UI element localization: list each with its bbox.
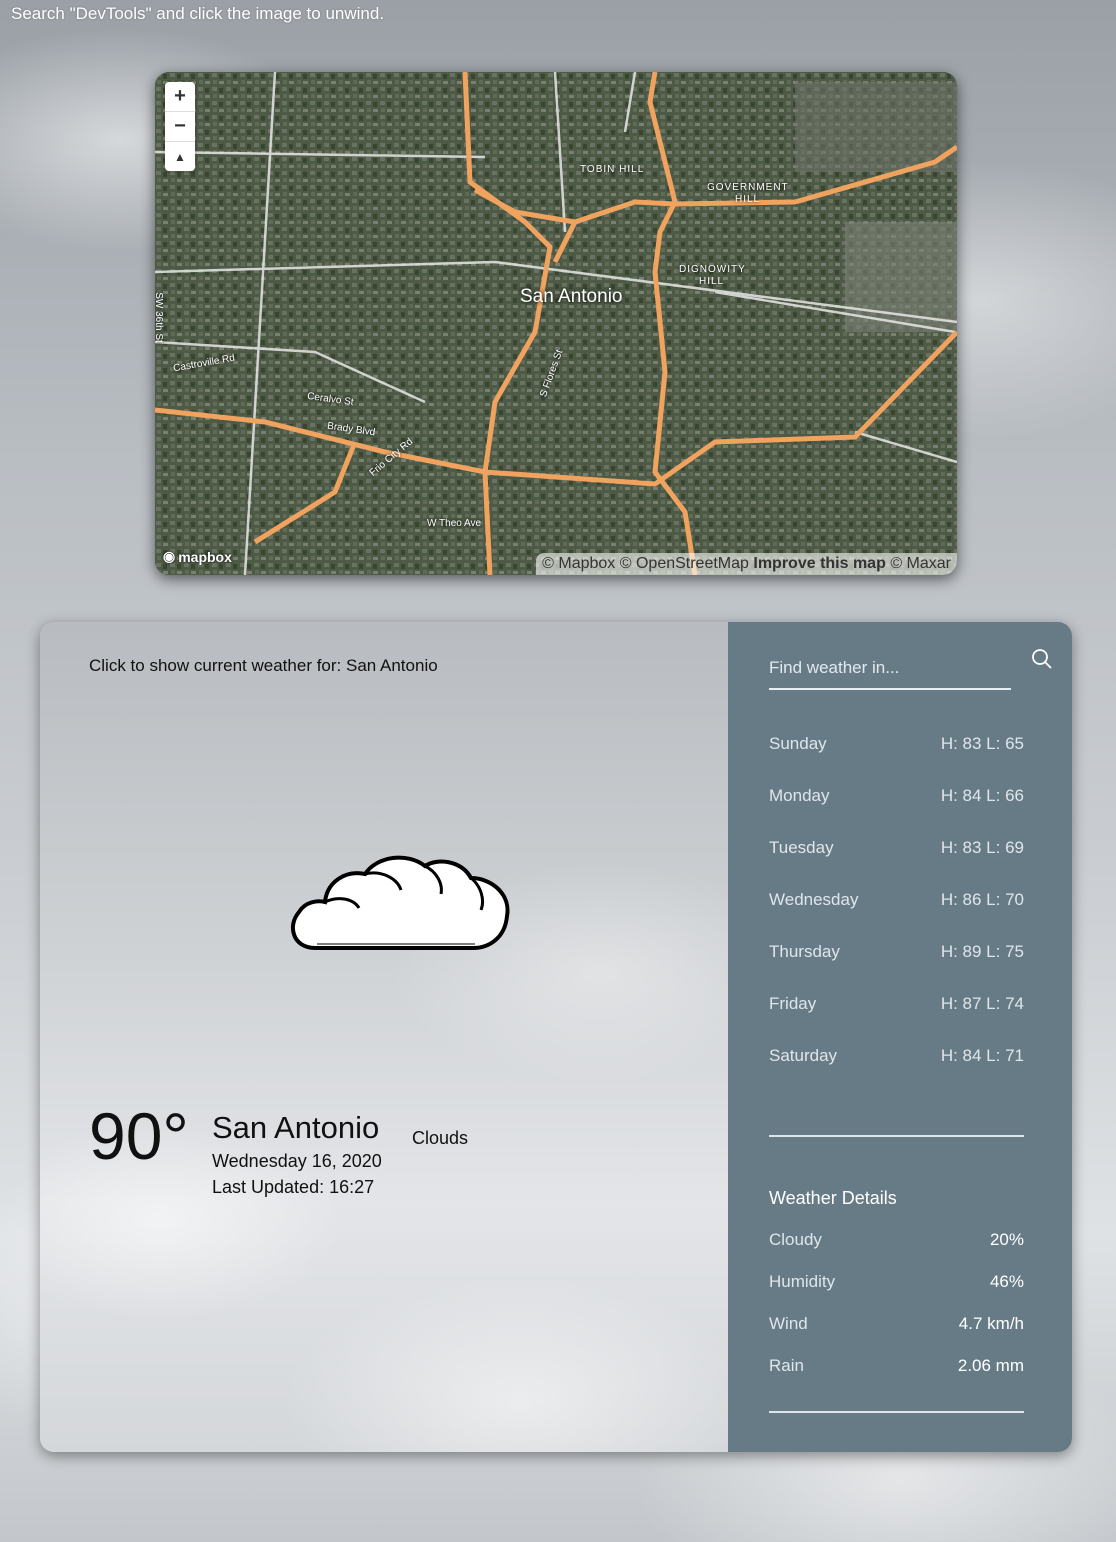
mapbox-logo[interactable]: ◉ mapbox	[163, 548, 232, 565]
forecast-day: Wednesday	[769, 890, 859, 909]
forecast-high-low: H: 87 L: 74	[940, 994, 1024, 1013]
detail-label: Cloudy	[769, 1230, 822, 1249]
neighborhood-label: HILL	[735, 194, 761, 205]
street-label: W Theo Ave	[427, 518, 482, 529]
forecast-row: Saturday H: 84 L: 71	[769, 1046, 1024, 1098]
divider	[769, 1135, 1024, 1137]
forecast-high-low: H: 83 L: 69	[940, 838, 1024, 857]
forecast-day: Monday	[769, 786, 830, 805]
zoom-controls: + − ▲	[165, 82, 195, 171]
forecast-day: Tuesday	[769, 838, 834, 857]
detail-label: Humidity	[769, 1272, 836, 1291]
forecast-row: Wednesday H: 86 L: 70	[769, 890, 1024, 942]
forecast-day: Sunday	[769, 734, 827, 753]
current-city: San Antonio	[212, 1110, 380, 1145]
maxar-link[interactable]: © Maxar	[890, 555, 951, 572]
forecast-high-low: H: 83 L: 65	[940, 734, 1024, 753]
unwind-hint: Search "DevTools" and click the image to…	[11, 4, 385, 23]
forecast-row: Tuesday H: 83 L: 69	[769, 838, 1024, 890]
current-temperature: 90°	[89, 1099, 189, 1173]
zoom-out-button[interactable]: −	[165, 112, 195, 142]
detail-label: Rain	[769, 1356, 804, 1375]
weather-details-title: Weather Details	[769, 1188, 897, 1208]
weather-details-list: Cloudy 20% Humidity 46% Wind 4.7 km/h Ra…	[769, 1230, 1024, 1398]
detail-row: Rain 2.06 mm	[769, 1356, 1024, 1398]
detail-value: 4.7 km/h	[958, 1314, 1024, 1333]
neighborhood-label: TOBIN HILL	[580, 164, 645, 175]
forecast-day: Thursday	[769, 942, 840, 961]
weather-card: Click to show current weather for: San A…	[40, 622, 1072, 1452]
divider	[769, 1411, 1024, 1413]
current-condition: Clouds	[412, 1128, 469, 1148]
mapbox-logo-icon: ◉	[163, 548, 176, 564]
map[interactable]: + − ▲ TOBIN HILL GOVERNMENT HILL DIGNOWI…	[155, 72, 957, 575]
osm-link[interactable]: © OpenStreetMap	[620, 555, 749, 572]
forecast-high-low: H: 84 L: 66	[940, 786, 1024, 805]
forecast-row: Sunday H: 83 L: 65	[769, 734, 1024, 786]
current-date: Wednesday 16, 2020	[212, 1151, 382, 1171]
neighborhood-label: HILL	[699, 276, 725, 287]
map-city-label: San Antonio	[520, 286, 623, 307]
forecast-day: Friday	[769, 994, 817, 1013]
search-input[interactable]	[769, 648, 1011, 690]
forecast-row: Thursday H: 89 L: 75	[769, 942, 1024, 994]
search-icon[interactable]	[1030, 647, 1054, 671]
detail-label: Wind	[769, 1314, 808, 1333]
detail-value: 2.06 mm	[957, 1356, 1024, 1375]
neighborhood-label: DIGNOWITY	[679, 264, 746, 275]
detail-row: Humidity 46%	[769, 1272, 1024, 1314]
forecast-high-low: H: 86 L: 70	[940, 890, 1024, 909]
detail-row: Cloudy 20%	[769, 1230, 1024, 1272]
forecast-row: Monday H: 84 L: 66	[769, 786, 1024, 838]
weather-sidebar: Sunday H: 83 L: 65 Monday H: 84 L: 66 Tu…	[728, 622, 1072, 1452]
detail-value: 46%	[989, 1272, 1024, 1291]
last-updated: Last Updated: 16:27	[212, 1177, 375, 1197]
detail-value: 20%	[989, 1230, 1024, 1249]
mapbox-link[interactable]: © Mapbox	[542, 555, 615, 572]
improve-map-link[interactable]: Improve this map	[753, 555, 885, 572]
mapbox-logo-text: mapbox	[178, 548, 232, 565]
detail-row: Wind 4.7 km/h	[769, 1314, 1024, 1356]
zoom-in-button[interactable]: +	[165, 82, 195, 112]
map-canvas[interactable]	[155, 72, 957, 575]
forecast-day: Saturday	[769, 1046, 838, 1065]
forecast-high-low: H: 89 L: 75	[940, 942, 1024, 961]
forecast-row: Friday H: 87 L: 74	[769, 994, 1024, 1046]
show-current-weather-link[interactable]: Click to show current weather for: San A…	[89, 656, 438, 676]
current-weather-panel: Click to show current weather for: San A…	[40, 622, 728, 1452]
street-label: SW 36th St	[155, 292, 164, 343]
forecast-list: Sunday H: 83 L: 65 Monday H: 84 L: 66 Tu…	[769, 734, 1024, 1098]
forecast-high-low: H: 84 L: 71	[940, 1046, 1024, 1065]
cloud-icon	[290, 855, 510, 950]
neighborhood-label: GOVERNMENT	[707, 182, 789, 193]
map-attribution: © Mapbox © OpenStreetMap Improve this ma…	[536, 553, 957, 575]
compass-button[interactable]: ▲	[165, 142, 195, 171]
